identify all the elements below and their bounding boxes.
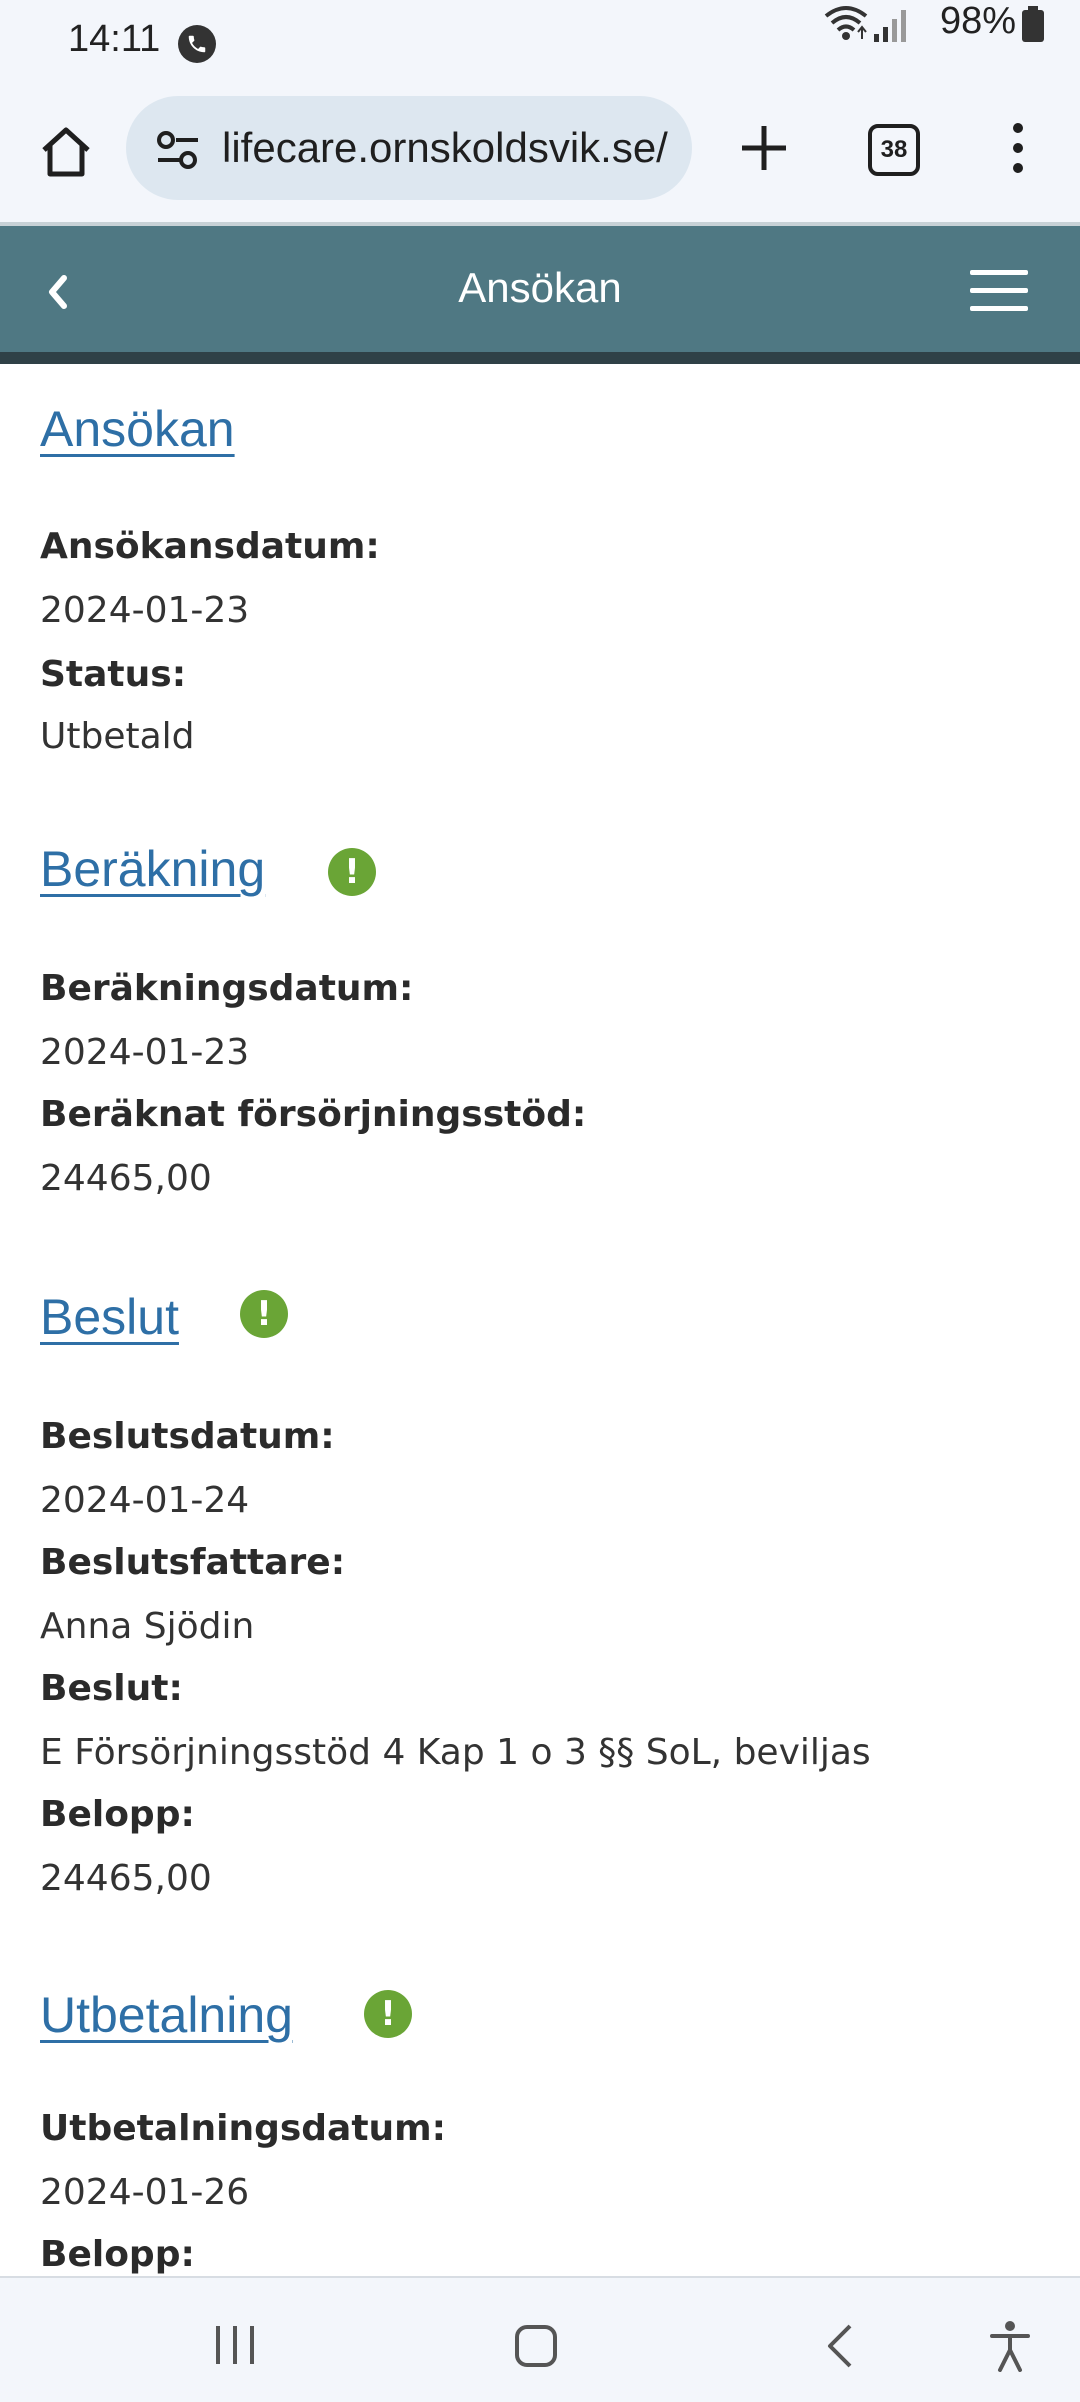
field-label-beslutsdatum: Beslutsdatum:	[40, 1416, 335, 1457]
field-label-ansokansdatum: Ansökansdatum:	[40, 526, 380, 567]
status-time: 14:11	[68, 18, 161, 60]
nav-recents-icon[interactable]	[214, 2324, 256, 2370]
browser-toolbar: lifecare.ornskoldsvik.se/ 38	[0, 88, 1080, 222]
field-value-belopp: 24465,00	[40, 1858, 212, 1899]
field-value-beslut: E Försörjningsstöd 4 Kap 1 o 3 §§ SoL, b…	[40, 1732, 871, 1773]
section-title-beslut[interactable]: Beslut	[40, 1288, 179, 1346]
field-label-status: Status:	[40, 654, 187, 695]
section-title-ansokan[interactable]: Ansökan	[40, 400, 235, 458]
section-beslut: Beslut	[40, 1288, 179, 1346]
battery-percentage: 98%	[939, 0, 1016, 42]
alert-icon: !	[240, 1290, 288, 1338]
field-label-belopp-utbetalning: Belopp:	[40, 2234, 195, 2275]
field-value-beslutsfattare: Anna Sjödin	[40, 1606, 255, 1647]
tabs-icon[interactable]: 38	[868, 124, 920, 176]
plus-icon[interactable]	[734, 118, 794, 178]
header-divider	[0, 352, 1080, 364]
hamburger-menu-icon[interactable]	[970, 268, 1030, 316]
section-ansokan: Ansökan	[40, 400, 235, 458]
field-value-beraknat-forsorjningsstod: 24465,00	[40, 1158, 212, 1199]
field-label-beslut: Beslut:	[40, 1668, 183, 1709]
field-value-utbetalningsdatum: 2024-01-26	[40, 2172, 250, 2213]
field-label-belopp: Belopp:	[40, 1794, 195, 1835]
field-label-utbetalningsdatum: Utbetalningsdatum:	[40, 2108, 447, 2149]
field-value-beslutsdatum: 2024-01-24	[40, 1480, 250, 1521]
app-header: Ansökan	[0, 222, 1080, 356]
more-vert-icon[interactable]	[1000, 118, 1036, 178]
signal-icon	[874, 8, 908, 48]
accessibility-icon[interactable]	[988, 2320, 1032, 2376]
url-bar[interactable]: lifecare.ornskoldsvik.se/	[126, 96, 692, 200]
url-text[interactable]: lifecare.ornskoldsvik.se/	[222, 124, 668, 172]
field-label-berakningsdatum: Beräkningsdatum:	[40, 968, 414, 1009]
nav-home-icon[interactable]	[514, 2324, 558, 2372]
field-value-ansokansdatum: 2024-01-23	[40, 590, 250, 631]
section-utbetalning: Utbetalning	[40, 1986, 293, 2044]
page-title: Ansökan	[458, 264, 622, 311]
phone-call-icon	[178, 25, 216, 63]
section-title-berakning[interactable]: Beräkning	[40, 840, 265, 898]
field-value-berakningsdatum: 2024-01-23	[40, 1032, 250, 1073]
tune-icon[interactable]	[156, 130, 200, 174]
section-berakning: Beräkning	[40, 840, 265, 898]
field-value-status: Utbetald	[40, 716, 195, 757]
home-icon[interactable]	[34, 120, 98, 184]
alert-icon: !	[328, 848, 376, 896]
field-label-beslutsfattare: Beslutsfattare:	[40, 1542, 346, 1583]
nav-back-icon[interactable]	[822, 2322, 858, 2374]
field-label-beraknat-forsorjningsstod: Beräknat försörjningsstöd:	[40, 1094, 587, 1135]
status-bar: 14:11 98%	[0, 0, 1080, 88]
wifi-icon	[824, 4, 868, 48]
battery-icon	[1022, 6, 1044, 46]
section-title-utbetalning[interactable]: Utbetalning	[40, 1986, 293, 2044]
system-nav-bar	[0, 2276, 1080, 2402]
alert-icon: !	[364, 1990, 412, 2038]
